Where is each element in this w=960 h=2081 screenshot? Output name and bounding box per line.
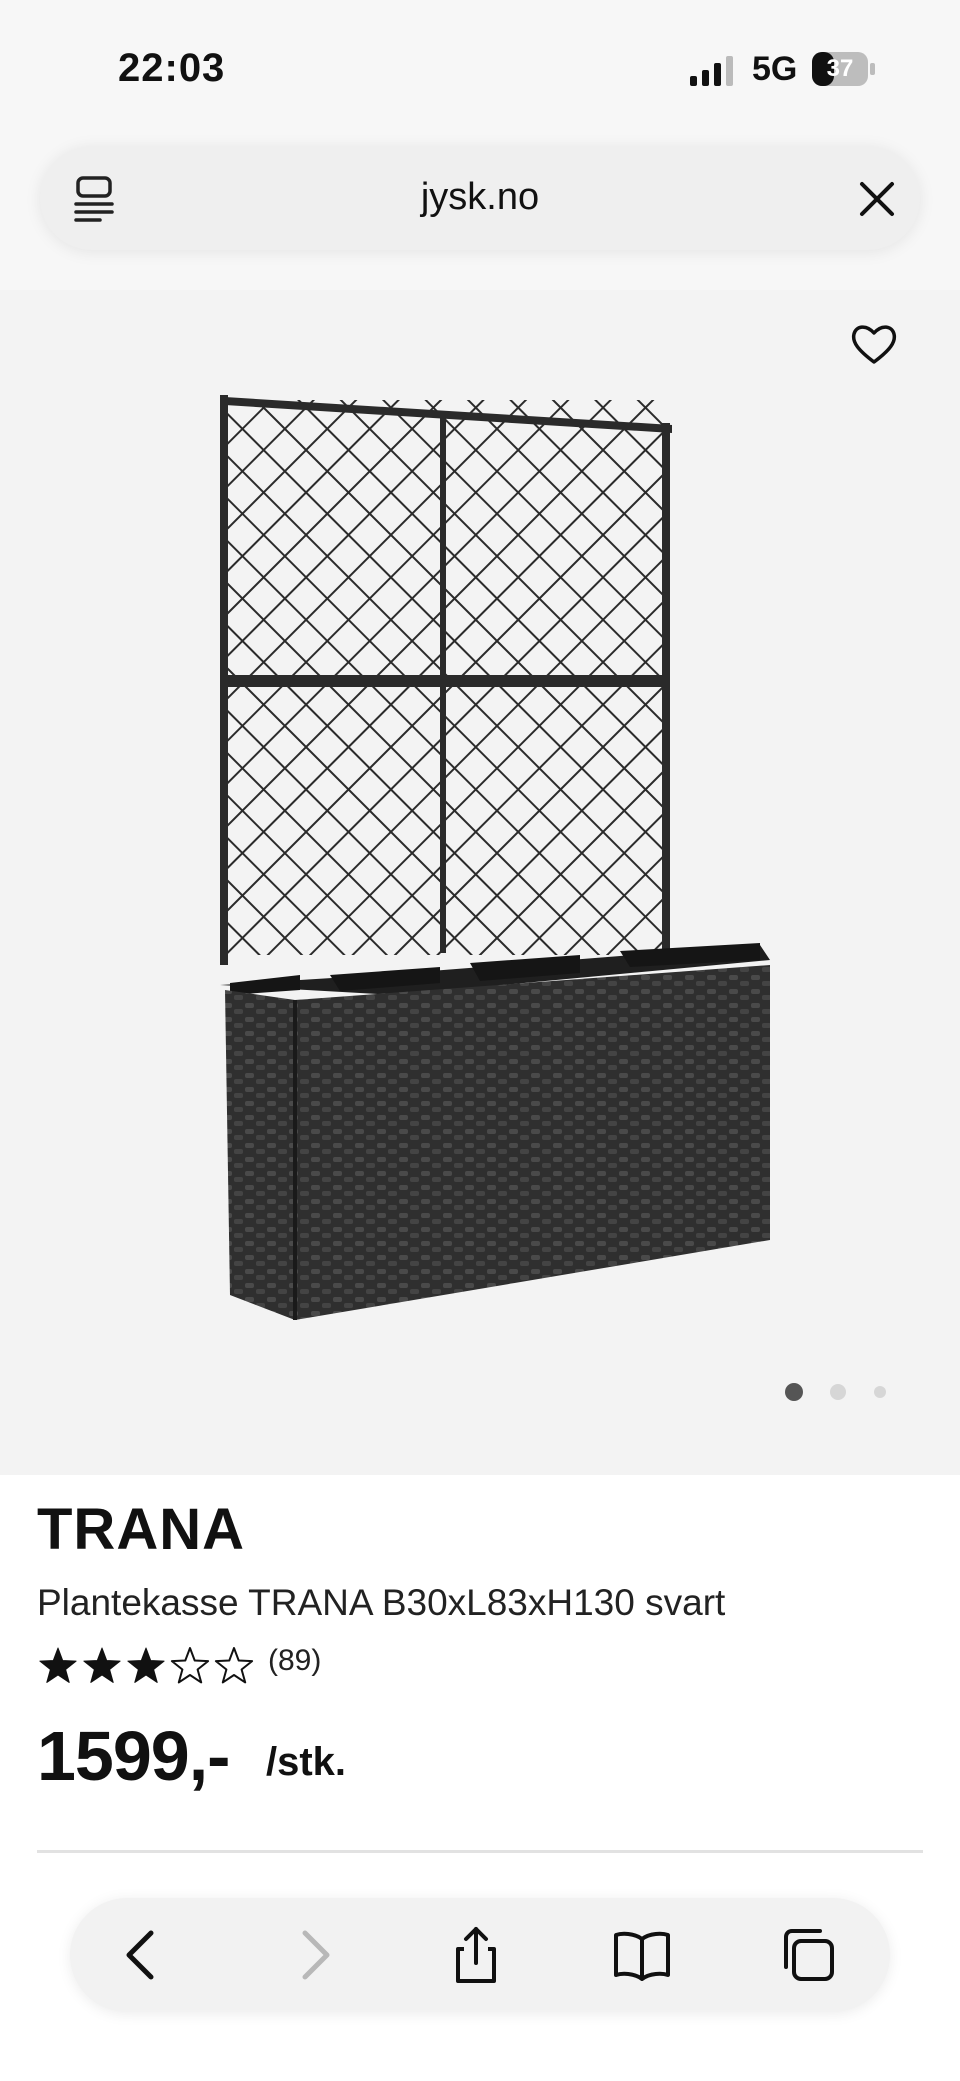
star-filled-icon — [127, 1647, 165, 1683]
product-page: 22:03 5G 37 jysk.no TRANA Plantekasse TR… — [0, 0, 960, 2081]
reader-icon[interactable] — [72, 174, 116, 224]
review-count[interactable]: (89) — [268, 1644, 321, 1678]
product-price: 1599,- — [37, 1717, 230, 1795]
signal-icon — [690, 56, 733, 86]
gallery-pagination[interactable] — [784, 1382, 894, 1402]
status-time: 22:03 — [118, 46, 226, 90]
gallery-dot — [874, 1386, 886, 1398]
url-text[interactable]: jysk.no — [300, 176, 660, 219]
heart-icon[interactable] — [850, 322, 898, 366]
product-name: Plantekasse TRANA B30xL83xH130 svart — [37, 1582, 726, 1623]
tabs-icon[interactable] — [778, 1925, 838, 1985]
forward-icon[interactable] — [283, 1925, 343, 1985]
rating-stars[interactable] — [38, 1646, 254, 1686]
bookmarks-icon[interactable] — [612, 1925, 672, 1985]
share-icon[interactable] — [446, 1925, 506, 1985]
back-icon[interactable] — [113, 1925, 173, 1985]
gallery-dot-active — [785, 1383, 803, 1401]
product-brand: TRANA — [37, 1497, 245, 1562]
divider — [37, 1850, 923, 1853]
close-icon[interactable] — [858, 180, 896, 218]
battery-level: 37 — [826, 55, 854, 82]
star-filled-icon — [39, 1647, 77, 1683]
product-image-planter-trellis — [220, 395, 770, 1320]
star-empty-icon — [170, 1647, 210, 1684]
gallery-dot — [830, 1384, 846, 1400]
star-filled-icon — [83, 1647, 121, 1683]
star-empty-icon — [214, 1647, 254, 1684]
network-label: 5G — [752, 50, 798, 88]
price-unit: /stk. — [266, 1740, 347, 1784]
